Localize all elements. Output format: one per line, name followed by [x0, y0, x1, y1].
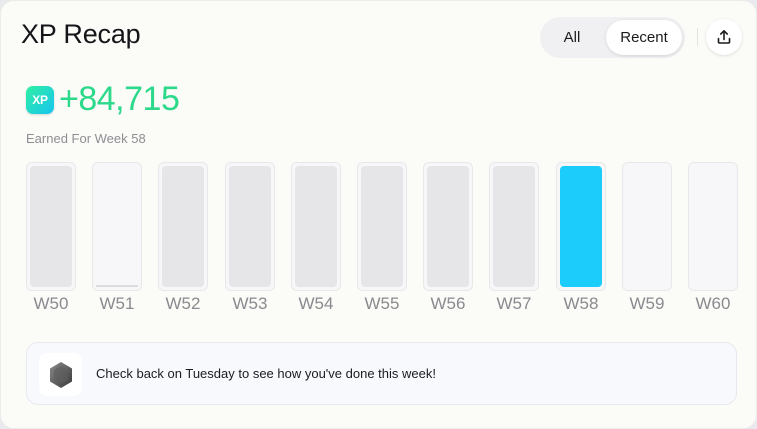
filter-recent-button[interactable]: Recent	[606, 20, 682, 55]
xp-earned-caption: Earned For Week 58	[26, 131, 146, 146]
filter-toggle: All Recent	[540, 17, 685, 58]
share-button[interactable]	[706, 19, 742, 55]
share-upload-icon	[717, 30, 731, 44]
week-label: W50	[33, 294, 69, 313]
week-bar-w55[interactable]	[357, 162, 407, 291]
week-bar-fill	[30, 166, 72, 287]
notice-text: Check back on Tuesday to see how you've …	[96, 366, 436, 381]
card-title: XP Recap	[21, 19, 141, 49]
week-label: W59	[629, 294, 665, 313]
week-label: W51	[99, 294, 135, 313]
week-label: W52	[165, 294, 201, 313]
week-label: W56	[430, 294, 466, 313]
week-label: W55	[364, 294, 400, 313]
week-label: W58	[563, 294, 599, 313]
notice-banner: Check back on Tuesday to see how you've …	[26, 342, 737, 405]
hexagon-badge-icon	[49, 361, 72, 388]
week-bar-w58[interactable]	[556, 162, 606, 291]
week-bar-fill	[427, 166, 469, 287]
notice-icon-container	[39, 353, 82, 396]
week-bar-fill	[162, 166, 204, 287]
week-label: W54	[298, 294, 334, 313]
week-bar-w51[interactable]	[92, 162, 142, 291]
week-bar-w60[interactable]	[688, 162, 738, 291]
week-label: W57	[496, 294, 532, 313]
weekly-bars: W50 W51 W52 W53 W54 W55 W56 W57 W58 W59 W60	[1, 161, 757, 321]
week-bar-w50[interactable]	[26, 162, 76, 291]
week-bar-w57[interactable]	[489, 162, 539, 291]
header-divider	[697, 28, 698, 46]
week-bar-fill	[493, 166, 535, 287]
week-bar-w54[interactable]	[291, 162, 341, 291]
week-bar-fill	[361, 166, 403, 287]
xp-recap-card: XP Recap All Recent XP +84,715 Earned Fo…	[0, 0, 757, 429]
week-bar-w52[interactable]	[158, 162, 208, 291]
filter-all-button[interactable]: All	[544, 20, 600, 55]
week-label: W60	[695, 294, 731, 313]
week-bar-fill	[96, 285, 138, 287]
week-bar-fill	[560, 166, 602, 287]
week-bar-fill	[295, 166, 337, 287]
xp-earned-value: +84,715	[59, 80, 180, 118]
week-bar-w56[interactable]	[423, 162, 473, 291]
week-label: W53	[232, 294, 268, 313]
week-bar-fill	[229, 166, 271, 287]
xp-badge-icon: XP	[26, 86, 54, 114]
week-bar-w53[interactable]	[225, 162, 275, 291]
week-bar-w59[interactable]	[622, 162, 672, 291]
